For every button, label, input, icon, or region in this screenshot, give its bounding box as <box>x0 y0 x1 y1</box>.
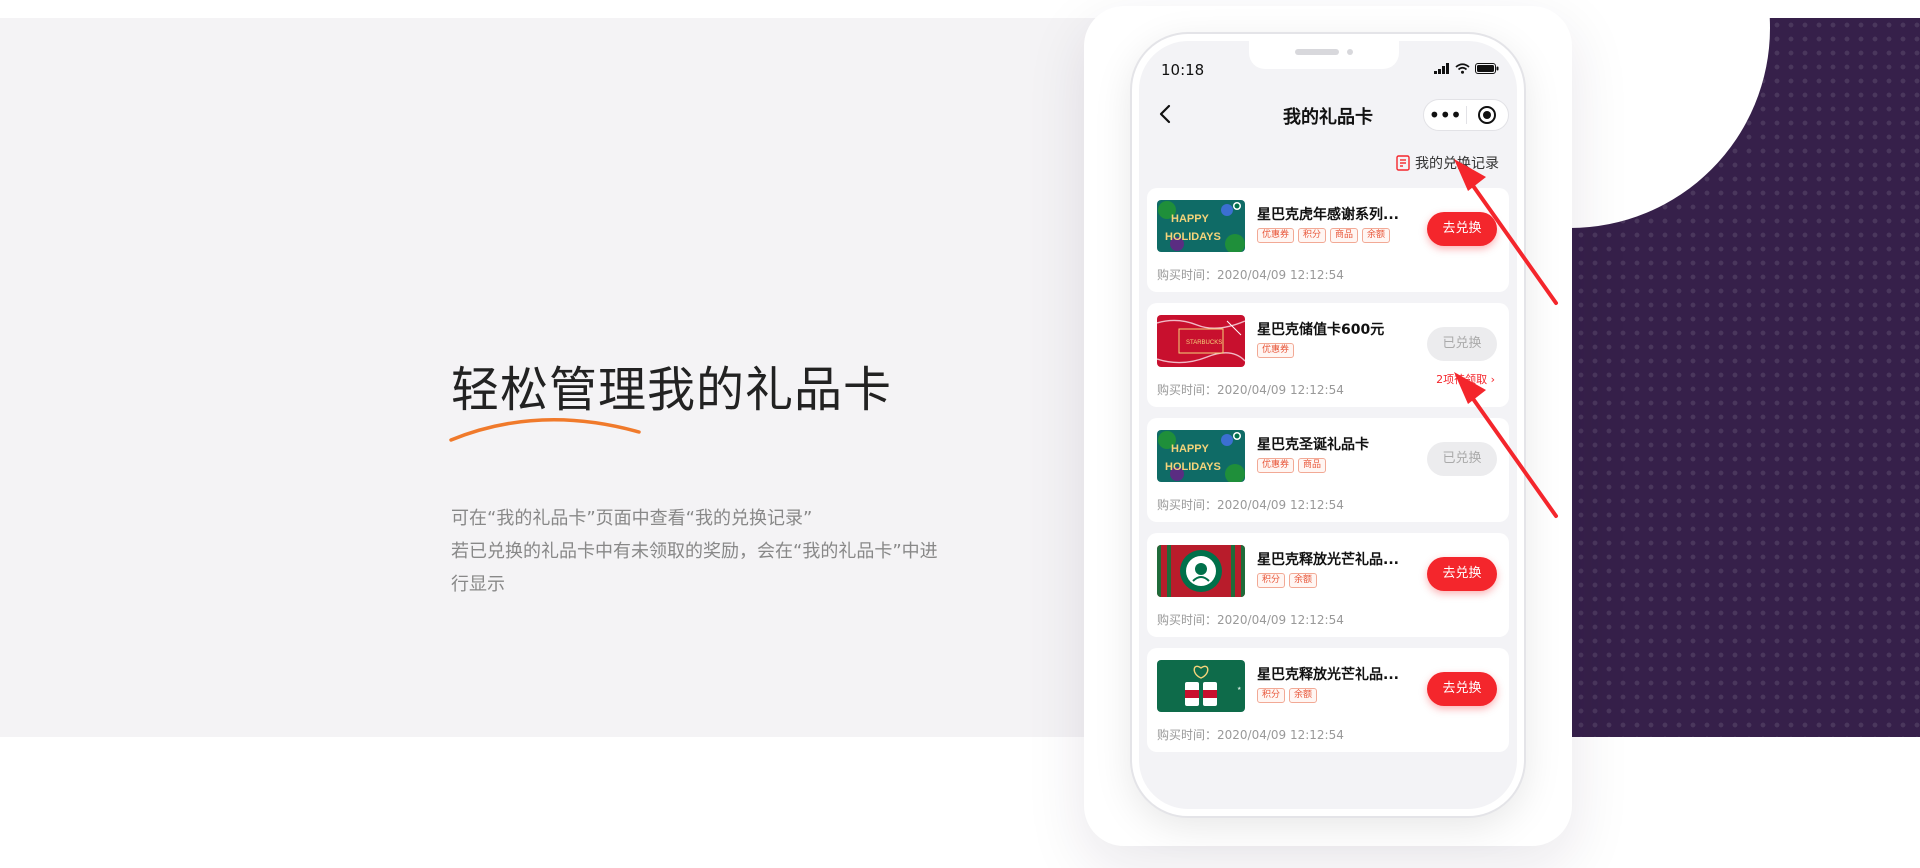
purchase-time: 购买时间：2020/04/09 12:12:54 <box>1157 268 1344 282</box>
benefit-tag: 商品 <box>1330 228 1359 243</box>
benefit-tags: 积分 余额 <box>1257 573 1318 588</box>
swoosh-underline <box>449 418 641 442</box>
purchase-time: 购买时间：2020/04/09 12:12:54 <box>1157 383 1344 397</box>
svg-text:STARBUCKS: STARBUCKS <box>1186 340 1222 346</box>
feature-description: 可在“我的礼品卡”页面中查看“我的兑换记录” 若已兑换的礼品卡中有未领取的奖励，… <box>451 502 941 601</box>
desc-line-2: 若已兑换的礼品卡中有未领取的奖励，会在“我的礼品卡”中进行显示 <box>451 541 938 595</box>
benefit-tag: 优惠券 <box>1257 228 1295 243</box>
more-menu-icon[interactable]: ••• <box>1424 105 1466 125</box>
happy-holidays-card-image: HAPPY HOLIDAYS <box>1157 430 1245 482</box>
benefit-tag: 商品 <box>1298 458 1327 473</box>
wifi-icon <box>1455 63 1470 74</box>
green-cups-card-image: ★ <box>1157 660 1245 712</box>
benefit-tag: 积分 <box>1298 228 1327 243</box>
gift-card-name: 星巴克释放光芒礼品... <box>1257 667 1399 683</box>
gift-card-name: 星巴克储值卡600元 <box>1257 322 1385 338</box>
gift-card-item[interactable]: ★ 星巴克释放光芒礼品... 积分 余额 去兑换 购买时间：2020/04/09… <box>1147 648 1509 752</box>
benefit-tags: 优惠券 积分 商品 余额 <box>1257 228 1391 243</box>
benefit-tags: 优惠券 <box>1257 343 1295 358</box>
status-time: 10:18 <box>1161 61 1205 79</box>
siren-logo-card-image <box>1157 545 1245 597</box>
desc-line-1: 可在“我的礼品卡”页面中查看“我的兑换记录” <box>451 508 813 529</box>
gift-card-name: 星巴克圣诞礼品卡 <box>1257 437 1369 453</box>
battery-icon <box>1475 63 1499 74</box>
benefit-tag: 优惠券 <box>1257 458 1295 473</box>
gift-card-name: 星巴克虎年感谢系列... <box>1257 207 1399 223</box>
purchase-time: 购买时间：2020/04/09 12:12:54 <box>1157 728 1344 742</box>
speaker-icon <box>1295 49 1339 55</box>
happy-holidays-card-image: HAPPY HOLIDAYS <box>1157 200 1245 252</box>
benefit-tag: 积分 <box>1257 573 1286 588</box>
redeem-button[interactable]: 去兑换 <box>1427 557 1497 591</box>
purchase-time: 购买时间：2020/04/09 12:12:54 <box>1157 498 1344 512</box>
benefit-tag: 余额 <box>1289 573 1318 588</box>
benefit-tag: 优惠券 <box>1257 343 1295 358</box>
svg-text:★: ★ <box>1237 686 1242 692</box>
callout-arrow-icon <box>1454 159 1558 305</box>
benefit-tag: 余额 <box>1362 228 1391 243</box>
benefit-tags: 优惠券 商品 <box>1257 458 1327 473</box>
benefit-tag: 积分 <box>1257 688 1286 703</box>
svg-text:HOLIDAYS: HOLIDAYS <box>1165 461 1221 473</box>
gift-card-item[interactable]: 星巴克释放光芒礼品... 积分 余额 去兑换 购买时间：2020/04/09 1… <box>1147 533 1509 637</box>
redeem-button[interactable]: 去兑换 <box>1427 672 1497 706</box>
mini-program-capsule: ••• <box>1423 99 1509 131</box>
benefit-tag: 余额 <box>1289 688 1318 703</box>
close-miniprogram-icon[interactable] <box>1467 105 1509 125</box>
gift-card-name: 星巴克释放光芒礼品... <box>1257 552 1399 568</box>
purchase-time: 购买时间：2020/04/09 12:12:54 <box>1157 613 1344 627</box>
signal-icon <box>1434 63 1449 74</box>
svg-text:HOLIDAYS: HOLIDAYS <box>1165 231 1221 243</box>
camera-icon <box>1347 49 1353 55</box>
red-gift-card-image: STARBUCKS <box>1157 315 1245 367</box>
benefit-tags: 积分 余额 <box>1257 688 1318 703</box>
callout-arrow-icon <box>1454 372 1558 518</box>
phone-notch <box>1249 41 1399 69</box>
redeemed-button[interactable]: 已兑换 <box>1427 327 1497 361</box>
status-icons <box>1434 63 1499 74</box>
svg-text:HAPPY: HAPPY <box>1171 213 1210 225</box>
document-icon <box>1396 155 1410 171</box>
svg-text:HAPPY: HAPPY <box>1171 443 1210 455</box>
